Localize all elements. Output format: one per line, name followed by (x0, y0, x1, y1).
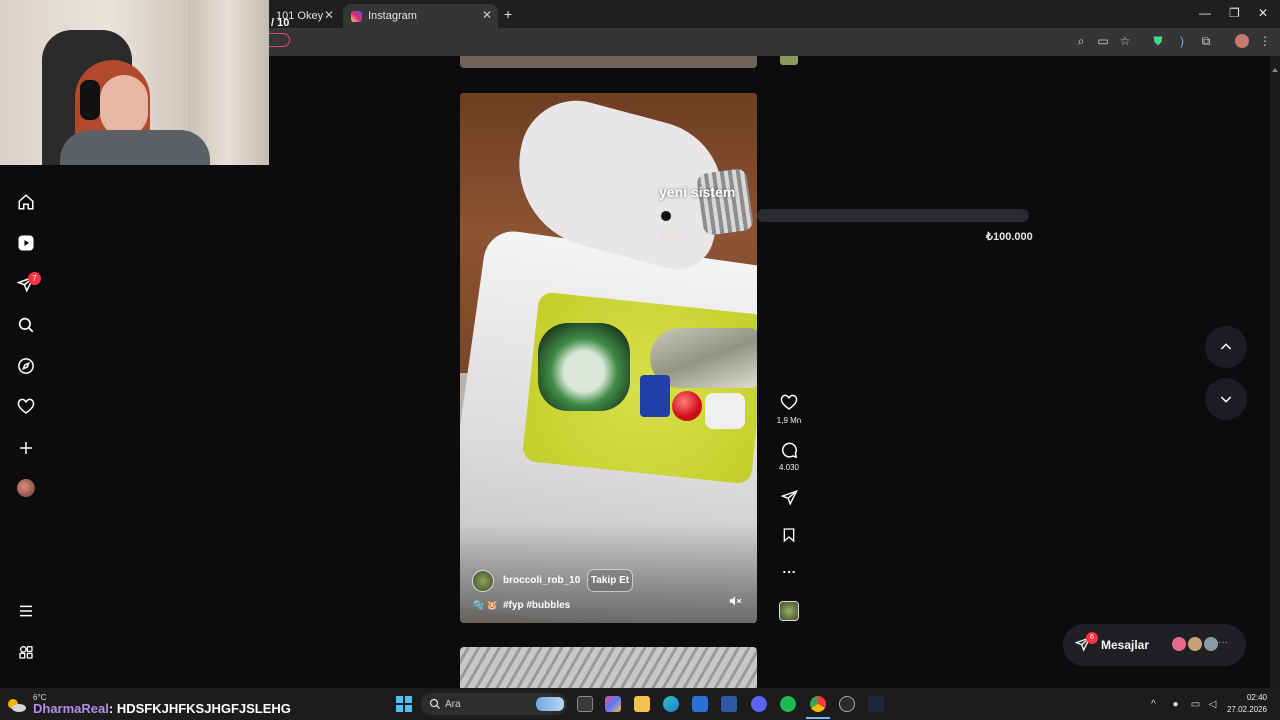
spotify-icon[interactable] (780, 696, 796, 712)
obs-icon[interactable] (839, 696, 855, 712)
copilot-icon[interactable] (605, 696, 621, 712)
search-icon[interactable] (16, 315, 36, 335)
previous-reel[interactable] (460, 56, 757, 68)
menu-icon[interactable] (16, 601, 36, 621)
reels-icon[interactable] (16, 233, 36, 253)
goal-current-value: ₺900 (660, 231, 684, 242)
browser-menu-icon[interactable]: ⋮ (1259, 35, 1271, 47)
stream-chat-message: DharmaReal: HDSFKJHFKSJHGFJSLEHG (33, 701, 291, 716)
reel-caption: #fyp #bubbles (503, 600, 571, 611)
taskbar-search-icon (429, 697, 441, 709)
more-options-icon[interactable] (779, 562, 799, 582)
chevron-up-icon (1220, 343, 1232, 350)
goal-progress-bar (757, 209, 1029, 222)
apps-icon[interactable] (16, 642, 36, 662)
next-reel-button[interactable] (1205, 378, 1247, 420)
reel-video[interactable] (460, 93, 757, 623)
new-tab-icon[interactable]: + (504, 6, 512, 22)
window-close-icon[interactable]: ✕ (1258, 6, 1268, 20)
instagram-favicon-icon (351, 10, 362, 22)
caption-emoji: 🫧 🐹 (473, 600, 498, 610)
close-tab-icon[interactable]: ✕ (324, 8, 334, 22)
goal-title: yeni sistem (659, 184, 736, 200)
tray-chevron-up-icon[interactable]: ^ (1148, 699, 1159, 710)
clock-date[interactable]: 27.02.2026 (1224, 705, 1267, 714)
clock-time[interactable]: 02:40 (1229, 693, 1267, 702)
mute-icon[interactable] (728, 594, 744, 610)
home-icon[interactable] (16, 192, 36, 212)
more-contacts-icon: ··· (1218, 637, 1228, 648)
volume-icon[interactable]: ◁ (1207, 699, 1218, 710)
profile-avatar[interactable] (1235, 34, 1249, 48)
task-view-icon[interactable] (577, 696, 593, 712)
compass-icon[interactable] (16, 356, 36, 376)
contact-avatar (1203, 636, 1219, 652)
video-detergent-pod (538, 323, 630, 411)
stream-counter: / 10 (271, 17, 290, 29)
page-scrollbar[interactable] (1270, 56, 1280, 688)
tab-label: Instagram (368, 10, 417, 22)
video-blue-block (640, 375, 670, 417)
video-red-ball (672, 391, 702, 421)
restore-icon[interactable]: ❐ (1229, 6, 1240, 20)
steam-icon[interactable] (868, 696, 884, 712)
bookmark-star-icon[interactable]: ☆ (1119, 35, 1131, 47)
messages-count-badge: 6 (1086, 632, 1098, 644)
file-explorer-icon[interactable] (634, 696, 650, 712)
reel-author-avatar[interactable] (472, 570, 494, 592)
chat-text: : HDSFKJHFKSJHGFJSLEHG (108, 701, 291, 716)
address-bar[interactable] (268, 33, 290, 47)
messages-badge: 7 (28, 272, 41, 285)
weather-icon[interactable] (5, 697, 27, 713)
display-icon[interactable]: ▭ (1190, 699, 1201, 710)
webcam-person-face (100, 75, 148, 137)
contact-avatar (1171, 636, 1187, 652)
extensions-puzzle-icon[interactable]: ⧉ (1200, 35, 1212, 47)
shield-extension-icon[interactable]: ⛊ (1152, 35, 1164, 47)
contact-avatar (1187, 636, 1203, 652)
search-highlight-art (536, 697, 564, 711)
cast-icon[interactable]: ▭ (1097, 35, 1109, 47)
microsoft-store-icon[interactable] (692, 696, 708, 712)
previous-reel-button[interactable] (1205, 326, 1247, 368)
follow-button[interactable]: Takip Et (587, 569, 633, 592)
share-icon[interactable] (779, 487, 799, 507)
chevron-down-icon (1220, 396, 1232, 403)
edge-icon[interactable] (663, 696, 679, 712)
webcam-overlay (0, 0, 269, 165)
goal-target-value: ₺100.000 (986, 231, 1033, 243)
plus-icon[interactable] (16, 438, 36, 458)
browser-tab-instagram[interactable]: Instagram ✕ (343, 4, 498, 28)
comment-count: 4.030 (778, 463, 800, 472)
minimize-icon[interactable]: — (1199, 6, 1211, 20)
comment-icon[interactable] (779, 440, 799, 460)
video-napkin-ring (695, 167, 755, 237)
audio-extension-icon[interactable]: ) (1176, 35, 1188, 47)
scrollbar-thumb[interactable] (1272, 60, 1278, 72)
webcam-person-hoodie (60, 130, 210, 165)
windows-start-icon[interactable] (396, 696, 412, 712)
like-count: 1,9 Mn (776, 416, 802, 425)
previous-reel-avatar[interactable] (780, 56, 798, 65)
discord-icon[interactable] (751, 696, 767, 712)
zoom-icon[interactable]: ⌕ (1075, 35, 1087, 47)
microphone-icon[interactable]: ● (1170, 699, 1181, 710)
mail-icon[interactable] (721, 696, 737, 712)
webcam-headphones (80, 80, 100, 120)
next-reel[interactable] (460, 647, 757, 688)
save-bookmark-icon[interactable] (779, 525, 799, 545)
like-icon[interactable] (779, 393, 799, 413)
taskbar-search-placeholder: Ara (445, 699, 461, 710)
goal-progress-dot (660, 210, 672, 222)
chrome-icon[interactable] (810, 696, 826, 712)
chat-username: DharmaReal (33, 701, 109, 716)
avatar[interactable] (17, 479, 35, 497)
reel-author-username[interactable]: broccoli_rob_10 (503, 575, 580, 586)
close-tab-icon[interactable]: ✕ (482, 8, 492, 22)
video-white-cube (705, 393, 745, 429)
messages-label: Mesajlar (1101, 638, 1150, 652)
heart-icon[interactable] (16, 397, 36, 417)
active-app-indicator (806, 717, 830, 719)
audio-thumbnail[interactable] (779, 601, 799, 621)
